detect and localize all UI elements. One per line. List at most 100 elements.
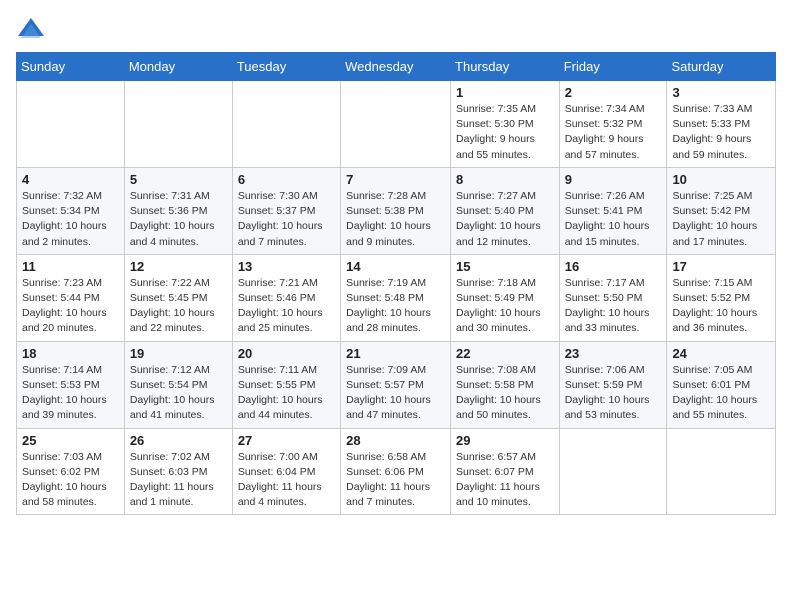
- day-number: 14: [346, 259, 445, 274]
- day-info: Sunrise: 7:31 AMSunset: 5:36 PMDaylight:…: [130, 189, 227, 250]
- logo-icon: [16, 16, 40, 40]
- calendar-cell: 5 Sunrise: 7:31 AMSunset: 5:36 PMDaylight…: [124, 167, 232, 254]
- day-number: 27: [238, 433, 335, 448]
- calendar-cell: 21 Sunrise: 7:09 AMSunset: 5:57 PMDayligh…: [341, 341, 451, 428]
- calendar-cell: 28Sunrise: 6:58 AMSunset: 6:06 PMDayligh…: [341, 428, 451, 515]
- day-info: Sunrise: 7:09 AMSunset: 5:57 PMDaylight:…: [346, 363, 445, 424]
- calendar-cell: 18 Sunrise: 7:14 AMSunset: 5:53 PMDayligh…: [17, 341, 125, 428]
- day-number: 9: [565, 172, 662, 187]
- day-info: Sunrise: 7:15 AMSunset: 5:52 PMDaylight:…: [672, 276, 770, 337]
- calendar-cell: [232, 81, 340, 168]
- calendar-week-1: 1 Sunrise: 7:35 AMSunset: 5:30 PMDaylight…: [17, 81, 776, 168]
- day-number: 4: [22, 172, 119, 187]
- calendar-cell: [124, 81, 232, 168]
- calendar-cell: 9 Sunrise: 7:26 AMSunset: 5:41 PMDaylight…: [559, 167, 667, 254]
- calendar-cell: 3 Sunrise: 7:33 AMSunset: 5:33 PMDaylight…: [667, 81, 776, 168]
- day-number: 17: [672, 259, 770, 274]
- day-number: 1: [456, 85, 554, 100]
- logo: [16, 16, 44, 40]
- day-number: 10: [672, 172, 770, 187]
- day-info: Sunrise: 7:23 AMSunset: 5:44 PMDaylight:…: [22, 276, 119, 337]
- calendar-cell: 17 Sunrise: 7:15 AMSunset: 5:52 PMDayligh…: [667, 254, 776, 341]
- day-number: 11: [22, 259, 119, 274]
- calendar-cell: 26 Sunrise: 7:02 AMSunset: 6:03 PMDayligh…: [124, 428, 232, 515]
- day-number: 29: [456, 433, 554, 448]
- calendar-cell: 12 Sunrise: 7:22 AMSunset: 5:45 PMDayligh…: [124, 254, 232, 341]
- day-number: 21: [346, 346, 445, 361]
- day-number: 5: [130, 172, 227, 187]
- calendar-cell: 10 Sunrise: 7:25 AMSunset: 5:42 PMDayligh…: [667, 167, 776, 254]
- day-info: Sunrise: 7:19 AMSunset: 5:48 PMDaylight:…: [346, 276, 445, 337]
- calendar-cell: [17, 81, 125, 168]
- calendar-week-2: 4 Sunrise: 7:32 AMSunset: 5:34 PMDaylight…: [17, 167, 776, 254]
- day-number: 15: [456, 259, 554, 274]
- calendar-week-5: 25 Sunrise: 7:03 AMSunset: 6:02 PMDayligh…: [17, 428, 776, 515]
- day-info: Sunrise: 7:34 AMSunset: 5:32 PMDaylight:…: [565, 102, 662, 163]
- day-number: 23: [565, 346, 662, 361]
- calendar-cell: 13 Sunrise: 7:21 AMSunset: 5:46 PMDayligh…: [232, 254, 340, 341]
- calendar-cell: 23 Sunrise: 7:06 AMSunset: 5:59 PMDayligh…: [559, 341, 667, 428]
- weekday-header-monday: Monday: [124, 53, 232, 81]
- day-number: 19: [130, 346, 227, 361]
- calendar-cell: 25 Sunrise: 7:03 AMSunset: 6:02 PMDayligh…: [17, 428, 125, 515]
- calendar-cell: 14 Sunrise: 7:19 AMSunset: 5:48 PMDayligh…: [341, 254, 451, 341]
- page-header: [16, 16, 776, 40]
- calendar-cell: 15 Sunrise: 7:18 AMSunset: 5:49 PMDayligh…: [451, 254, 560, 341]
- weekday-header-thursday: Thursday: [451, 53, 560, 81]
- day-number: 3: [672, 85, 770, 100]
- calendar-cell: 4 Sunrise: 7:32 AMSunset: 5:34 PMDaylight…: [17, 167, 125, 254]
- day-number: 8: [456, 172, 554, 187]
- day-number: 25: [22, 433, 119, 448]
- day-number: 26: [130, 433, 227, 448]
- weekday-header-friday: Friday: [559, 53, 667, 81]
- calendar-cell: 8 Sunrise: 7:27 AMSunset: 5:40 PMDaylight…: [451, 167, 560, 254]
- day-info: Sunrise: 7:18 AMSunset: 5:49 PMDaylight:…: [456, 276, 554, 337]
- calendar-cell: 19Sunrise: 7:12 AMSunset: 5:54 PMDayligh…: [124, 341, 232, 428]
- calendar-cell: 27 Sunrise: 7:00 AMSunset: 6:04 PMDayligh…: [232, 428, 340, 515]
- calendar-cell: [341, 81, 451, 168]
- calendar-cell: 6 Sunrise: 7:30 AMSunset: 5:37 PMDaylight…: [232, 167, 340, 254]
- day-info: Sunrise: 7:21 AMSunset: 5:46 PMDaylight:…: [238, 276, 335, 337]
- day-info: Sunrise: 7:14 AMSunset: 5:53 PMDaylight:…: [22, 363, 119, 424]
- day-info: Sunrise: 7:27 AMSunset: 5:40 PMDaylight:…: [456, 189, 554, 250]
- calendar-cell: 29 Sunrise: 6:57 AMSunset: 6:07 PMDayligh…: [451, 428, 560, 515]
- day-info: Sunrise: 7:35 AMSunset: 5:30 PMDaylight:…: [456, 102, 554, 163]
- calendar-cell: 24 Sunrise: 7:05 AMSunset: 6:01 PMDayligh…: [667, 341, 776, 428]
- calendar-cell: [559, 428, 667, 515]
- calendar-week-4: 18 Sunrise: 7:14 AMSunset: 5:53 PMDayligh…: [17, 341, 776, 428]
- day-number: 18: [22, 346, 119, 361]
- day-info: Sunrise: 7:26 AMSunset: 5:41 PMDaylight:…: [565, 189, 662, 250]
- weekday-header-saturday: Saturday: [667, 53, 776, 81]
- day-number: 13: [238, 259, 335, 274]
- day-info: Sunrise: 7:03 AMSunset: 6:02 PMDaylight:…: [22, 450, 119, 511]
- day-info: Sunrise: 7:33 AMSunset: 5:33 PMDaylight:…: [672, 102, 770, 163]
- day-info: Sunrise: 7:05 AMSunset: 6:01 PMDaylight:…: [672, 363, 770, 424]
- day-info: Sunrise: 7:00 AMSunset: 6:04 PMDaylight:…: [238, 450, 335, 511]
- day-info: Sunrise: 7:25 AMSunset: 5:42 PMDaylight:…: [672, 189, 770, 250]
- day-info: Sunrise: 7:11 AMSunset: 5:55 PMDaylight:…: [238, 363, 335, 424]
- day-info: Sunrise: 7:22 AMSunset: 5:45 PMDaylight:…: [130, 276, 227, 337]
- day-info: Sunrise: 7:30 AMSunset: 5:37 PMDaylight:…: [238, 189, 335, 250]
- day-info: Sunrise: 6:57 AMSunset: 6:07 PMDaylight:…: [456, 450, 554, 511]
- day-number: 24: [672, 346, 770, 361]
- day-number: 2: [565, 85, 662, 100]
- weekday-header-sunday: Sunday: [17, 53, 125, 81]
- day-info: Sunrise: 7:02 AMSunset: 6:03 PMDaylight:…: [130, 450, 227, 511]
- day-number: 22: [456, 346, 554, 361]
- weekday-header-wednesday: Wednesday: [341, 53, 451, 81]
- calendar: SundayMondayTuesdayWednesdayThursdayFrid…: [16, 52, 776, 515]
- day-number: 12: [130, 259, 227, 274]
- calendar-cell: 20 Sunrise: 7:11 AMSunset: 5:55 PMDayligh…: [232, 341, 340, 428]
- day-info: Sunrise: 7:28 AMSunset: 5:38 PMDaylight:…: [346, 189, 445, 250]
- day-info: Sunrise: 7:08 AMSunset: 5:58 PMDaylight:…: [456, 363, 554, 424]
- day-info: Sunrise: 6:58 AMSunset: 6:06 PMDaylight:…: [346, 450, 445, 511]
- day-info: Sunrise: 7:06 AMSunset: 5:59 PMDaylight:…: [565, 363, 662, 424]
- calendar-cell: 22 Sunrise: 7:08 AMSunset: 5:58 PMDayligh…: [451, 341, 560, 428]
- day-info: Sunrise: 7:17 AMSunset: 5:50 PMDaylight:…: [565, 276, 662, 337]
- calendar-cell: 7Sunrise: 7:28 AMSunset: 5:38 PMDaylight…: [341, 167, 451, 254]
- day-number: 20: [238, 346, 335, 361]
- calendar-cell: [667, 428, 776, 515]
- day-number: 6: [238, 172, 335, 187]
- day-info: Sunrise: 7:32 AMSunset: 5:34 PMDaylight:…: [22, 189, 119, 250]
- day-number: 16: [565, 259, 662, 274]
